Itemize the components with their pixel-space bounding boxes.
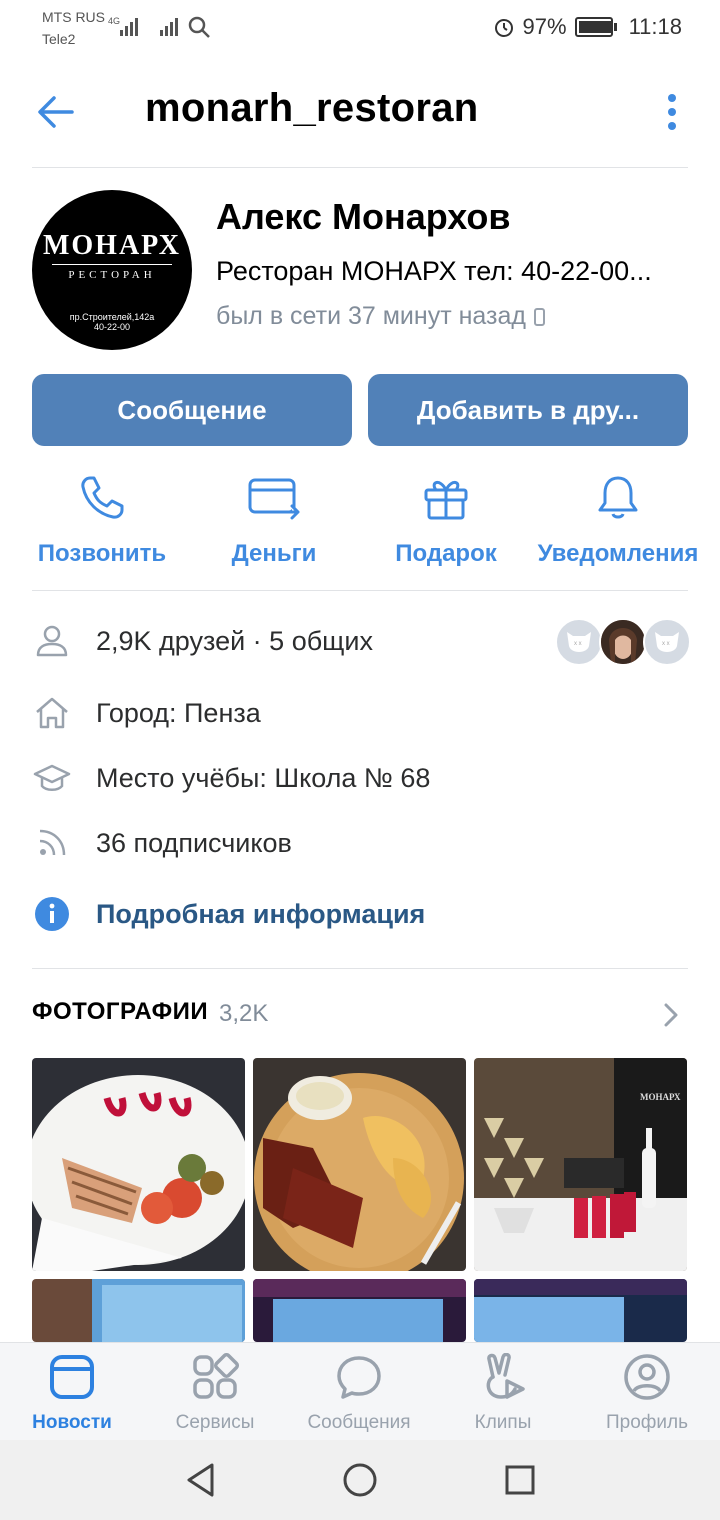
phone-icon — [81, 476, 124, 519]
battery-fill — [578, 21, 612, 33]
tab-messages-label: Сообщения — [307, 1412, 411, 1433]
photo-thumbnail-2[interactable] — [253, 1058, 466, 1271]
friend-avatar-deactivated-2: x x — [643, 618, 691, 666]
photo-thumbnail-5[interactable] — [253, 1279, 466, 1342]
action-gift-label: Подарок — [395, 540, 497, 567]
city-text: Город: Пенза — [96, 697, 261, 728]
svg-text:4G: 4G — [108, 16, 120, 26]
action-call-label: Позвонить — [37, 540, 167, 567]
chevron-right-icon[interactable] — [660, 1001, 680, 1029]
more-options-icon[interactable] — [660, 92, 684, 132]
info-icon — [32, 894, 72, 934]
home-icon — [32, 693, 72, 733]
friends-text: 2,9K друзей · 5 общих — [96, 625, 373, 656]
avatar-logo-line — [52, 264, 172, 265]
photos-heading[interactable]: ФОТОГРАФИИ — [32, 998, 208, 1026]
alarm-icon — [494, 19, 513, 37]
last-seen-text: был в сети 37 минут назад — [216, 302, 526, 330]
action-notifications[interactable]: Уведомления — [530, 472, 706, 568]
signal-icon: 4G — [108, 16, 138, 36]
photo-thumbnail-3[interactable]: МОНАРХ — [474, 1058, 687, 1271]
clips-icon — [486, 1352, 525, 1399]
status-right: 97% 11:18 — [493, 14, 682, 40]
back-arrow-icon[interactable] — [34, 90, 78, 134]
mutual-friends-avatars[interactable]: x x x x — [555, 618, 691, 668]
battery-percent: 97% — [522, 14, 567, 39]
bottom-tab-bar: Новости Сервисы Сообщения Клипы Профиль — [0, 1342, 720, 1441]
system-home-icon[interactable] — [342, 1462, 378, 1498]
message-button[interactable]: Сообщение — [32, 374, 352, 446]
header-divider — [32, 167, 688, 168]
details-row[interactable]: Подробная информация — [32, 889, 425, 939]
tab-services[interactable]: Сервисы — [145, 1352, 285, 1434]
tab-news[interactable]: Новости — [2, 1353, 142, 1434]
tab-services-label: Сервисы — [175, 1412, 255, 1433]
carrier-2: Tele2 — [42, 31, 76, 47]
gift-icon — [424, 481, 468, 520]
photo-thumbnail-4[interactable] — [32, 1279, 245, 1342]
details-link[interactable]: Подробная информация — [96, 899, 425, 930]
bell-icon — [598, 476, 638, 519]
friend-avatar-photo — [599, 618, 647, 666]
tab-profile[interactable]: Профиль — [577, 1353, 717, 1434]
action-gift[interactable]: Подарок — [358, 472, 534, 568]
tab-news-label: Новости — [32, 1412, 112, 1433]
tab-messages[interactable]: Сообщения — [289, 1353, 429, 1434]
followers-row[interactable]: 36 подписчиков — [32, 818, 292, 868]
education-text: Место учёбы: Школа № 68 — [96, 762, 431, 793]
tab-profile-label: Профиль — [605, 1412, 689, 1433]
photos-count: 3,2K — [219, 1000, 269, 1027]
action-money[interactable]: Деньги — [186, 472, 362, 568]
page-title: monarh_restoran — [145, 86, 479, 130]
last-seen: был в сети 37 минут назад — [216, 302, 545, 331]
avatar-logo-subtitle: РЕСТОРАН — [68, 269, 156, 281]
search-status-icon — [188, 16, 210, 38]
friend-avatar-deactivated: x x — [555, 618, 603, 666]
profile-name: Алекс Монархов — [216, 196, 511, 237]
profile-avatar[interactable]: МОНАРХ РЕСТОРАН пр.Строителей,142а 40-22… — [32, 190, 192, 350]
followers-text: 36 подписчиков — [96, 827, 292, 858]
add-friend-button[interactable]: Добавить в дру... — [368, 374, 688, 446]
status-bar: MTS RUS Tele2 4G 97% 11:18 — [0, 0, 720, 58]
clock: 11:18 — [628, 14, 682, 39]
system-back-icon[interactable] — [184, 1462, 218, 1498]
svg-text:x x: x x — [662, 641, 670, 647]
avatar-logo-address: пр.Строителей,142а 40-22-00 — [32, 312, 192, 332]
friends-row[interactable]: 2,9K друзей · 5 общих — [32, 616, 373, 666]
svg-text:x x: x x — [574, 641, 582, 647]
graduation-cap-icon — [32, 758, 72, 798]
news-icon — [50, 1355, 94, 1399]
messages-icon — [337, 1356, 381, 1399]
money-transfer-icon — [248, 478, 300, 520]
info-divider — [32, 968, 688, 969]
photo-thumbnail-6[interactable] — [474, 1279, 687, 1342]
carrier-1: MTS RUS — [42, 9, 105, 25]
action-notifications-label: Уведомления — [537, 540, 699, 567]
city-row: Город: Пенза — [32, 688, 261, 738]
profile-icon — [624, 1354, 670, 1400]
photo-thumbnail-1[interactable] — [32, 1058, 245, 1271]
tab-clips[interactable]: Клипы — [433, 1352, 573, 1434]
tab-clips-label: Клипы — [474, 1412, 532, 1433]
profile-status[interactable]: Ресторан МОНАРХ тел: 40-22-00... — [216, 256, 688, 287]
education-row: Место учёбы: Школа № 68 — [32, 753, 430, 803]
battery-icon — [574, 17, 617, 37]
svg-text:МОНАРХ: МОНАРХ — [640, 1092, 681, 1102]
rss-icon — [32, 823, 72, 863]
system-navigation-bar — [0, 1440, 720, 1520]
signal-icon-2 — [160, 18, 178, 36]
avatar-address-line: пр.Строителей,142а — [69, 312, 155, 322]
services-icon — [193, 1352, 240, 1399]
avatar-phone-line: 40-22-00 — [93, 322, 131, 332]
mobile-device-icon — [533, 307, 545, 326]
action-call[interactable]: Позвонить — [14, 472, 190, 568]
action-money-label: Деньги — [231, 540, 317, 567]
avatar-logo-brand: МОНАРХ — [42, 230, 182, 261]
system-recents-icon[interactable] — [504, 1464, 536, 1496]
person-icon — [32, 621, 72, 661]
actions-divider — [32, 590, 688, 591]
